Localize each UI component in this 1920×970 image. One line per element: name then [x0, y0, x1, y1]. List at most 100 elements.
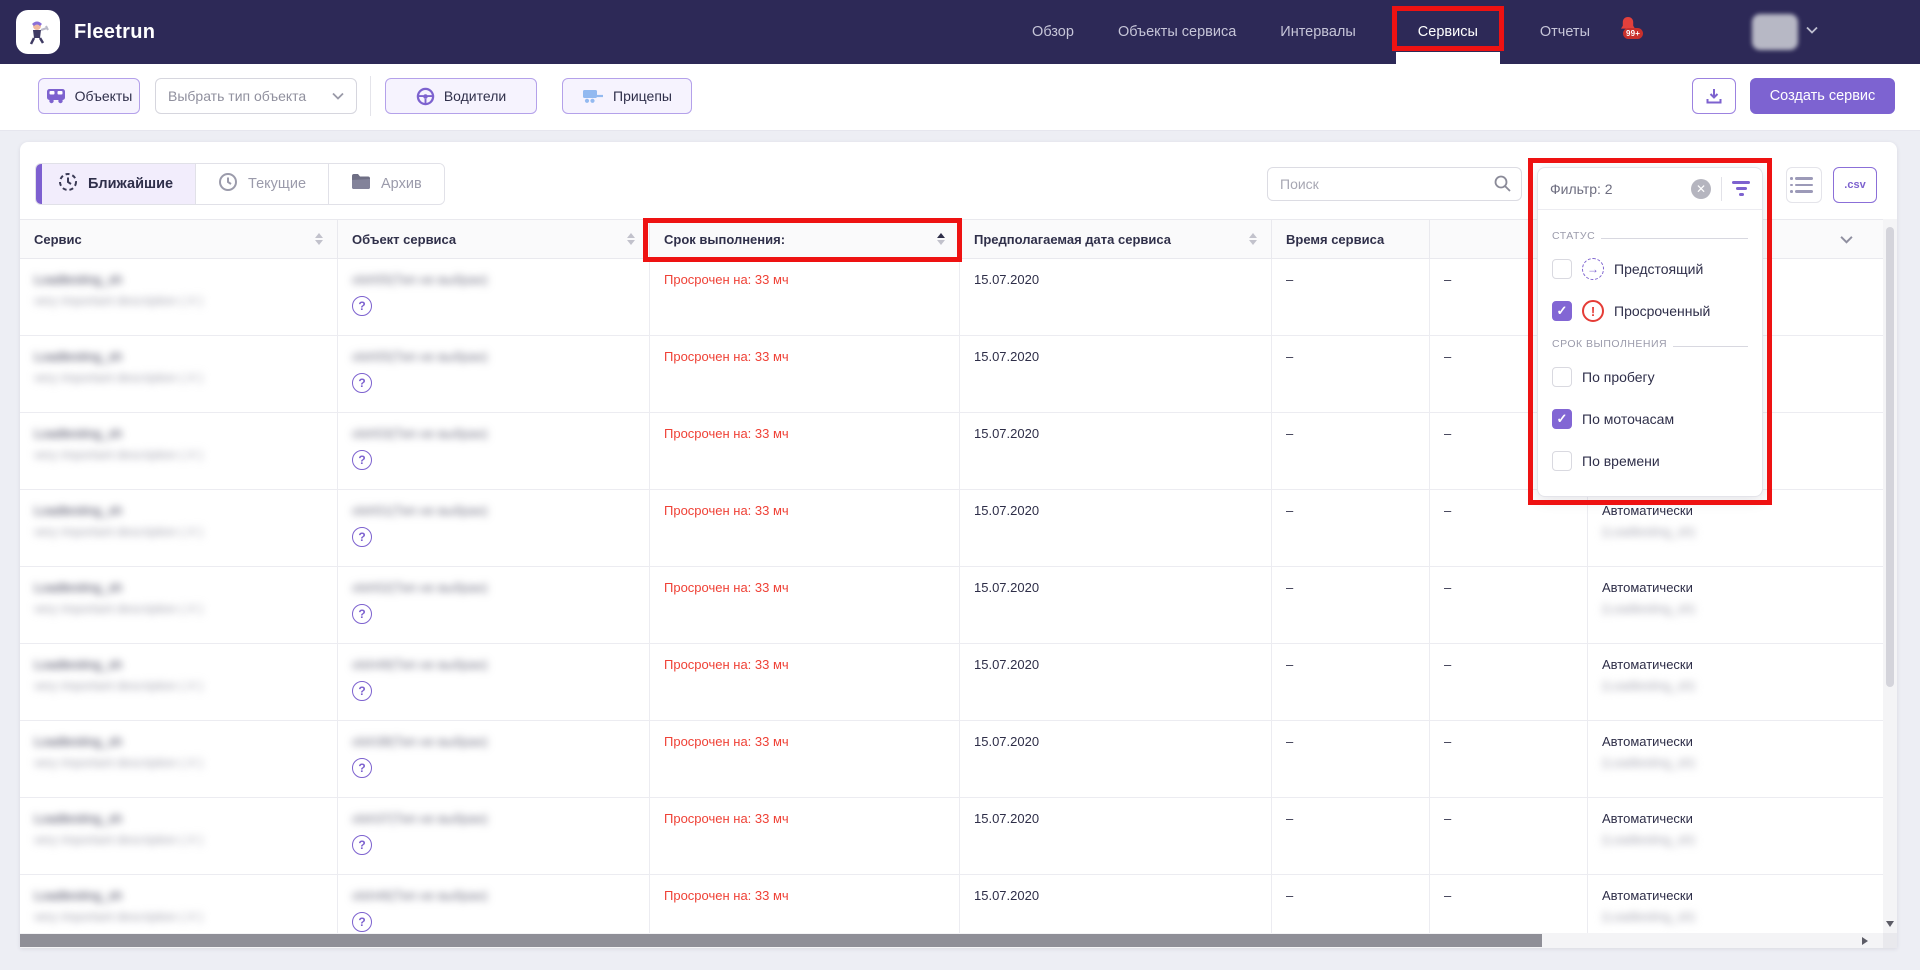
due-status: Просрочен на: 33 мч — [664, 888, 947, 903]
table-row[interactable]: Loadtesting_shvery important description… — [20, 567, 1883, 644]
column-list-button[interactable] — [1786, 167, 1822, 203]
expected-date: 15.07.2020 — [974, 657, 1259, 672]
filter-option-overdue[interactable]: !Просроченный — [1552, 296, 1748, 326]
nav-item-label: Сервисы — [1418, 24, 1478, 40]
objects-button[interactable]: Объекты — [38, 78, 140, 114]
filter-panel-body: СТАТУС→Предстоящий!ПросроченныйСРОК ВЫПО… — [1538, 210, 1762, 476]
checkbox-by-time[interactable] — [1552, 451, 1572, 471]
horizontal-scrollbar-thumb[interactable] — [20, 934, 1542, 947]
user-menu-chevron-icon[interactable] — [1806, 26, 1818, 34]
column-header-expected-date[interactable]: Предполагаемая дата сервиса — [960, 220, 1272, 258]
sort-arrows-icon[interactable] — [627, 233, 635, 245]
toolbar: Объекты Выбрать тип объекта Водители При… — [0, 64, 1920, 131]
column-header-label: Объект сервиса — [352, 232, 456, 247]
table-row[interactable]: Loadtesting_shvery important description… — [20, 644, 1883, 721]
help-icon[interactable]: ? — [352, 835, 372, 855]
help-icon[interactable]: ? — [352, 296, 372, 316]
service-object-name: olsh52(Тип не выбран) — [352, 580, 637, 595]
scroll-down-arrow[interactable] — [1886, 921, 1894, 927]
help-icon[interactable]: ? — [352, 527, 372, 547]
nav-item-intervals[interactable]: Интервалы — [1280, 0, 1356, 64]
scroll-right-arrow[interactable] — [1862, 937, 1868, 945]
sort-arrows-icon[interactable] — [315, 233, 323, 245]
table-cell: Просрочен на: 33 мч — [650, 721, 960, 797]
filter-clear-icon[interactable]: ✕ — [1691, 179, 1711, 199]
nav-item-label: Отчеты — [1540, 24, 1590, 40]
service-time-to: – — [1444, 734, 1575, 749]
checkbox-overdue[interactable] — [1552, 301, 1572, 321]
table-cell: olsh55(Тип не выбран)? — [338, 336, 650, 412]
nav-item-label: Интервалы — [1280, 24, 1356, 40]
filter-option-by-time[interactable]: По времени — [1552, 446, 1748, 476]
checkbox-by-mileage[interactable] — [1552, 367, 1572, 387]
sort-desc-icon — [627, 240, 635, 245]
created-mode: Автоматически — [1602, 734, 1871, 749]
app-logo[interactable] — [16, 10, 60, 54]
vertical-scrollbar-thumb[interactable] — [1886, 227, 1894, 687]
toolbar-divider — [370, 76, 371, 116]
filter-funnel-icon[interactable] — [1732, 181, 1750, 196]
expected-date: 15.07.2020 — [974, 426, 1259, 441]
checkbox-by-engine-hours[interactable] — [1552, 409, 1572, 429]
checkbox-upcoming[interactable] — [1552, 259, 1572, 279]
sort-arrows-icon[interactable] — [937, 233, 945, 245]
tab-current[interactable]: Текущие — [196, 164, 329, 204]
help-icon[interactable]: ? — [352, 450, 372, 470]
trailers-button[interactable]: Прицепы — [562, 78, 692, 114]
nav-item-service-objects[interactable]: Объекты сервиса — [1118, 0, 1236, 64]
table-cell: – — [1430, 644, 1588, 720]
service-name: Loadtesting_sh — [34, 657, 325, 672]
table-row[interactable]: Loadtesting_shvery important description… — [20, 798, 1883, 875]
notifications-button[interactable]: 99+ — [1616, 14, 1652, 50]
created-by: (Loadtesting_sh) — [1602, 602, 1871, 616]
expected-date: 15.07.2020 — [974, 888, 1259, 903]
object-type-select[interactable]: Выбрать тип объекта — [155, 78, 357, 114]
help-icon[interactable]: ? — [352, 604, 372, 624]
select-chevron-icon — [332, 92, 344, 100]
main-nav: Обзор Объекты сервиса Интервалы Сервисы Отче… — [1032, 0, 1590, 64]
table-cell: Просрочен на: 33 мч — [650, 413, 960, 489]
help-icon[interactable]: ? — [352, 912, 372, 932]
column-header-label: Время сервиса — [1286, 232, 1384, 247]
sort-arrows-icon[interactable] — [1249, 233, 1257, 245]
table-row[interactable]: Loadtesting_shvery important description… — [20, 875, 1883, 933]
filter-section-label: СТАТУС — [1552, 230, 1595, 242]
nav-item-services[interactable]: Сервисы — [1400, 0, 1496, 64]
tab-archive[interactable]: Архив — [329, 164, 444, 204]
service-time-from: – — [1286, 349, 1417, 364]
upcoming-status-icon: → — [1582, 258, 1604, 280]
service-description: very important description ( # ) — [34, 679, 325, 693]
filter-option-by-engine-hours[interactable]: По моточасам — [1552, 404, 1748, 434]
column-header-due-term[interactable]: Срок выполнения: — [650, 220, 960, 258]
list-icon — [1795, 177, 1813, 193]
column-settings-chevron-icon[interactable] — [1840, 232, 1869, 247]
table-row[interactable]: Loadtesting_shvery important description… — [20, 721, 1883, 798]
table-cell: – — [1272, 875, 1430, 933]
table-cell: Loadtesting_shvery important description… — [20, 259, 338, 335]
filter-option-upcoming[interactable]: → Предстоящий — [1552, 254, 1748, 284]
column-header-service-object[interactable]: Объект сервиса — [338, 220, 650, 258]
help-icon[interactable]: ? — [352, 681, 372, 701]
drivers-button[interactable]: Водители — [385, 78, 537, 114]
filter-option-by-mileage[interactable]: По пробегу — [1552, 362, 1748, 392]
nav-item-reports[interactable]: Отчеты — [1540, 0, 1590, 64]
export-csv-button[interactable]: .csv — [1833, 167, 1877, 203]
table-cell: Просрочен на: 33 мч — [650, 875, 960, 933]
table-cell: Просрочен на: 33 мч — [650, 336, 960, 412]
search-input[interactable] — [1267, 167, 1522, 201]
created-by: (Loadtesting_sh) — [1602, 756, 1871, 770]
help-icon[interactable]: ? — [352, 758, 372, 778]
user-avatar[interactable] — [1752, 14, 1798, 50]
service-object-name: olsh38(Тип не выбран) — [352, 734, 637, 749]
created-by: (Loadtesting_sh) — [1602, 833, 1871, 847]
column-header-service[interactable]: Сервис — [20, 220, 338, 258]
tab-upcoming[interactable]: Ближайшие — [36, 164, 196, 204]
created-mode: Автоматически — [1602, 888, 1871, 903]
nav-item-overview[interactable]: Обзор — [1032, 0, 1074, 64]
export-download-button[interactable] — [1692, 78, 1736, 114]
table-cell: Loadtesting_shvery important description… — [20, 490, 338, 566]
create-service-button[interactable]: Создать сервис — [1750, 78, 1895, 114]
filter-option-label: Предстоящий — [1614, 261, 1703, 277]
help-icon[interactable]: ? — [352, 373, 372, 393]
table-row[interactable]: Loadtesting_shvery important description… — [20, 490, 1883, 567]
